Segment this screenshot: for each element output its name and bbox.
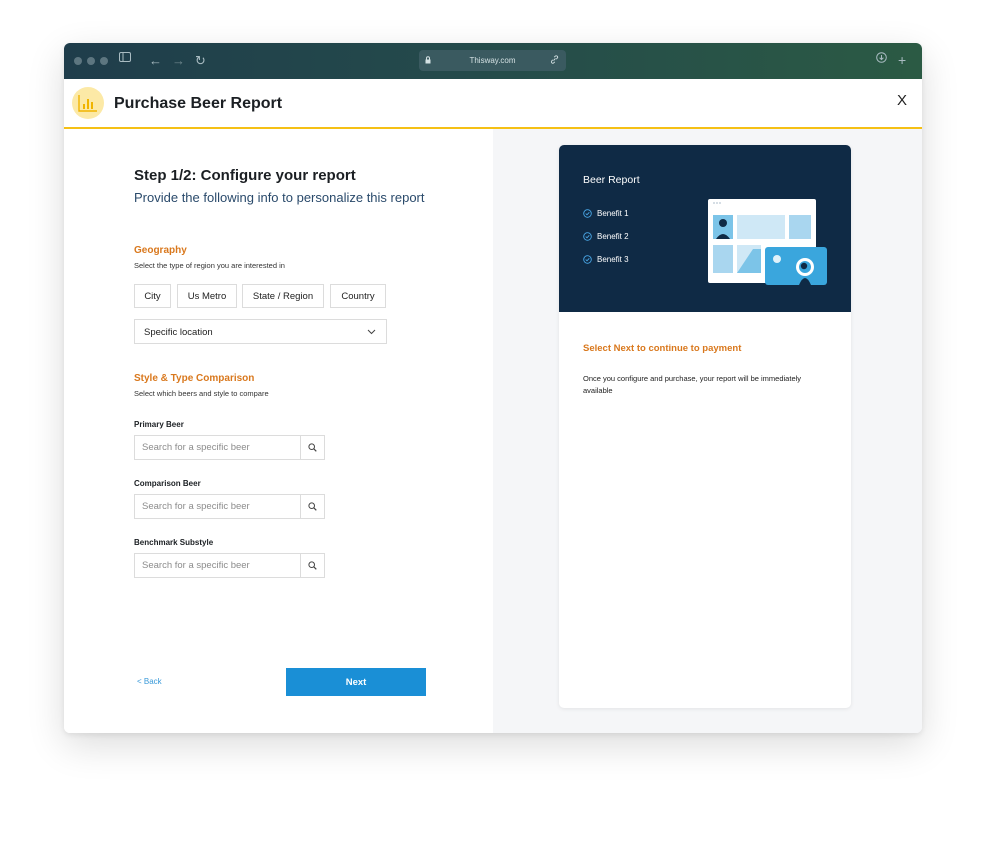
- close-button[interactable]: X: [897, 92, 907, 109]
- benefit-label: Benefit 3: [597, 255, 629, 264]
- check-circle-icon: [583, 232, 592, 241]
- url-text: Thisway.com: [469, 56, 516, 65]
- search-icon: [308, 443, 317, 452]
- search-icon: [308, 502, 317, 511]
- benchmark-substyle-label: Benchmark Substyle: [134, 538, 214, 547]
- forward-arrow-icon[interactable]: →: [172, 52, 185, 70]
- location-select[interactable]: Specific location: [134, 319, 387, 344]
- report-logo: [72, 87, 104, 119]
- region-option-city[interactable]: City: [134, 284, 171, 308]
- comparison-subtitle: Select which beers and style to compare: [134, 389, 269, 398]
- region-option-state-region[interactable]: State / Region: [242, 284, 324, 308]
- comparison-beer-search-button[interactable]: [300, 495, 324, 518]
- benchmark-substyle-search: [134, 553, 325, 578]
- check-circle-icon: [583, 255, 592, 264]
- browser-window: ← → ↻ Thisway.com + Purchase Beer Report…: [64, 43, 922, 733]
- reload-icon[interactable]: ↻: [195, 52, 206, 70]
- comparison-beer-search: [134, 494, 325, 519]
- primary-beer-search-button[interactable]: [300, 436, 324, 459]
- back-arrow-icon[interactable]: ←: [149, 52, 162, 70]
- comparison-beer-input[interactable]: [135, 495, 301, 518]
- report-availability-note: Once you configure and purchase, your re…: [583, 374, 802, 395]
- search-icon: [308, 561, 317, 570]
- check-circle-icon: [583, 209, 592, 218]
- download-icon[interactable]: [876, 52, 887, 63]
- step-title: Step 1/2: Configure your report: [134, 167, 356, 184]
- primary-beer-input[interactable]: [135, 436, 301, 459]
- continue-payment-note: Select Next to continue to payment: [583, 343, 742, 354]
- region-option-us-metro[interactable]: Us Metro: [177, 284, 237, 308]
- step-subtitle: Provide the following info to personaliz…: [134, 190, 425, 205]
- sidebar-icon[interactable]: [119, 52, 131, 62]
- minimize-window-dot[interactable]: [87, 57, 95, 65]
- modal-title: Purchase Beer Report: [114, 95, 283, 112]
- maximize-window-dot[interactable]: [100, 57, 108, 65]
- report-illustration-icon: [708, 199, 827, 285]
- report-banner: Beer Report Benefit 1 Benefit 2 Benefit …: [559, 145, 851, 312]
- location-select-value: Specific location: [144, 327, 213, 338]
- report-summary-card: Beer Report Benefit 1 Benefit 2 Benefit …: [559, 145, 851, 708]
- primary-beer-search: [134, 435, 325, 460]
- benchmark-substyle-search-button[interactable]: [300, 554, 324, 577]
- comparison-beer-label: Comparison Beer: [134, 479, 201, 488]
- region-option-country[interactable]: Country: [330, 284, 386, 308]
- benchmark-substyle-input[interactable]: [135, 554, 301, 577]
- bar-chart-icon: [78, 95, 97, 112]
- chevron-down-icon: [367, 327, 376, 338]
- benefit-item: Benefit 1: [583, 209, 629, 218]
- report-summary-panel: Beer Report Benefit 1 Benefit 2 Benefit …: [493, 129, 922, 733]
- address-bar[interactable]: Thisway.com: [419, 50, 566, 71]
- comparison-title: Style & Type Comparison: [134, 373, 255, 384]
- report-banner-title: Beer Report: [583, 174, 640, 186]
- next-button[interactable]: Next: [286, 668, 426, 696]
- geography-subtitle: Select the type of region you are intere…: [134, 261, 285, 270]
- benefit-item: Benefit 3: [583, 255, 629, 264]
- link-icon[interactable]: [550, 55, 559, 66]
- modal-header: Purchase Beer Report X: [64, 79, 922, 129]
- benefit-item: Benefit 2: [583, 232, 629, 241]
- close-window-dot[interactable]: [74, 57, 82, 65]
- configure-form-panel: Step 1/2: Configure your report Provide …: [64, 129, 493, 733]
- benefit-label: Benefit 1: [597, 209, 629, 218]
- primary-beer-label: Primary Beer: [134, 420, 184, 429]
- benefit-label: Benefit 2: [597, 232, 629, 241]
- new-tab-icon[interactable]: +: [898, 51, 906, 69]
- geography-title: Geography: [134, 245, 187, 256]
- back-link[interactable]: < Back: [137, 677, 162, 686]
- browser-toolbar: ← → ↻ Thisway.com +: [64, 43, 922, 79]
